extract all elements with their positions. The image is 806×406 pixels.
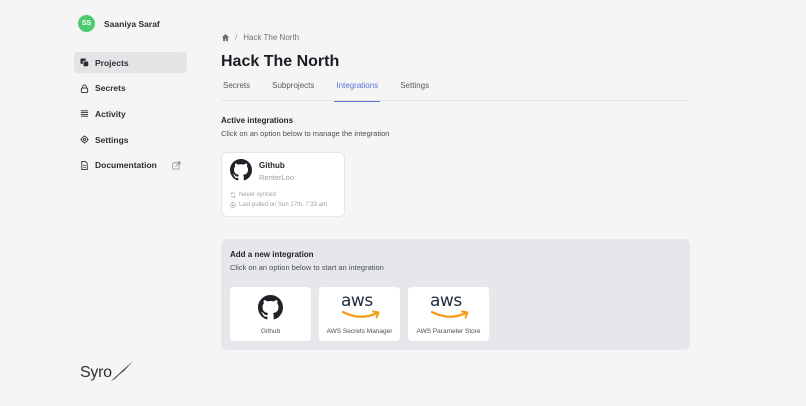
projects-icon — [80, 58, 89, 67]
logo-mark-icon — [110, 361, 133, 381]
sidebar-item-label: Secrets — [95, 83, 126, 94]
sidebar-item-activity[interactable]: Activity — [74, 103, 187, 124]
option-label: Github — [260, 328, 281, 335]
add-github-option[interactable]: Github — [230, 287, 311, 341]
user-profile[interactable]: SS Saaniya Saraf — [78, 15, 160, 32]
sidebar-item-label: Documentation — [95, 160, 157, 171]
active-integrations-title: Active integrations — [221, 116, 294, 125]
active-integrations-subtitle: Click on an option below to manage the i… — [221, 129, 390, 138]
last-pulled-text: Last pulled on Sun 17th, 7:33 am — [239, 202, 328, 208]
lock-icon — [80, 84, 89, 93]
page-title: Hack The North — [221, 53, 340, 70]
tab-settings[interactable]: Settings — [398, 79, 431, 101]
option-label: AWS Secrets Manager — [326, 328, 393, 335]
sidebar-item-label: Settings — [95, 134, 129, 145]
sync-status: Never synced — [230, 192, 276, 198]
github-icon — [230, 159, 252, 181]
list-icon — [80, 109, 89, 118]
add-aws-parameter-store-option[interactable]: aws AWS Parameter Store — [408, 287, 489, 341]
sidebar: SS Saaniya Saraf Projects Secrets Activi… — [0, 0, 200, 406]
aws-logo-text: aws — [341, 291, 373, 311]
aws-logo-text: aws — [430, 291, 462, 311]
sync-status-text: Never synced — [239, 192, 276, 198]
gear-icon — [80, 135, 89, 144]
sync-icon — [230, 192, 236, 198]
tab-integrations[interactable]: Integrations — [334, 79, 381, 102]
sidebar-item-secrets[interactable]: Secrets — [74, 78, 187, 99]
logo-text: Syro — [80, 364, 112, 381]
breadcrumb: / Hack The North — [221, 33, 299, 42]
tab-bar: Secrets Subprojects Integrations Setting… — [221, 79, 689, 102]
external-link-icon[interactable] — [172, 161, 181, 170]
avatar[interactable]: SS — [78, 15, 95, 32]
user-name: Saaniya Saraf — [104, 18, 160, 29]
add-integration-panel: Add a new integration Click on an option… — [221, 239, 690, 350]
integration-name: Github — [259, 161, 285, 170]
sidebar-item-label: Projects — [95, 57, 129, 68]
aws-logo: aws — [428, 293, 470, 321]
aws-smile-icon — [341, 310, 380, 319]
integration-repo: RenterLoo — [259, 173, 295, 182]
sidebar-item-projects[interactable]: Projects — [74, 52, 187, 73]
tab-secrets[interactable]: Secrets — [221, 79, 252, 101]
breadcrumb-current[interactable]: Hack The North — [243, 33, 299, 42]
home-icon[interactable] — [221, 33, 230, 42]
sidebar-item-label: Activity — [95, 108, 126, 119]
breadcrumb-separator: / — [235, 33, 238, 42]
syro-logo[interactable]: Syro — [80, 361, 135, 383]
sidebar-nav: Projects Secrets Activity Settings Docum… — [74, 52, 187, 180]
github-icon — [258, 295, 283, 320]
add-aws-secrets-manager-option[interactable]: aws AWS Secrets Manager — [319, 287, 400, 341]
github-integration-card[interactable]: Github RenterLoo Never synced Last pulle… — [221, 152, 345, 217]
last-pulled: Last pulled on Sun 17th, 7:33 am — [230, 202, 327, 208]
sidebar-item-documentation[interactable]: Documentation — [74, 155, 187, 176]
aws-smile-icon — [430, 310, 469, 319]
tab-subprojects[interactable]: Subprojects — [270, 79, 316, 101]
add-integration-title: Add a new integration — [230, 250, 314, 259]
aws-logo: aws — [339, 293, 381, 321]
add-integration-subtitle: Click on an option below to start an int… — [230, 263, 384, 272]
cloud-download-icon — [230, 202, 236, 208]
option-label: AWS Parameter Store — [416, 328, 481, 335]
document-icon — [80, 160, 89, 170]
sidebar-item-settings[interactable]: Settings — [74, 129, 187, 150]
